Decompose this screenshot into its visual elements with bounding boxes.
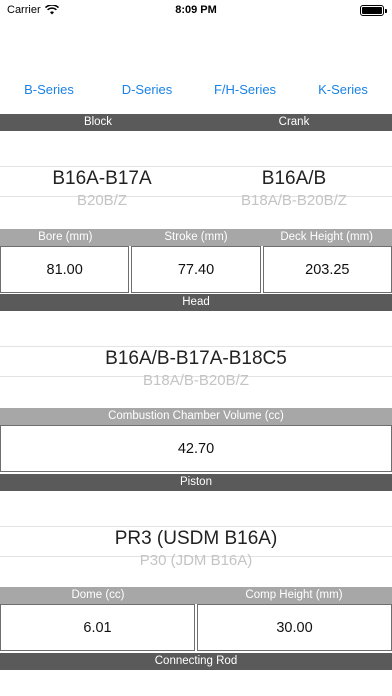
status-bar: Carrier 8:09 PM <box>0 0 392 22</box>
crank-section-label: Crank <box>278 116 310 128</box>
crank-picker-selected[interactable]: B16A/B <box>196 168 392 190</box>
tab-d-series[interactable]: D-Series <box>98 80 196 100</box>
tab-fh-series[interactable]: F/H-Series <box>196 80 294 100</box>
piston-picker-selected[interactable]: PR3 (USDM B16A) <box>0 528 392 550</box>
bore-field[interactable]: 81.00 <box>0 246 130 293</box>
clock: 8:09 PM <box>175 4 217 16</box>
head-section-header: Head <box>0 294 392 311</box>
block-crank-picker[interactable]: B16A-B17A B20B/Z B16A/B B18A/B-B20B/Z <box>0 150 392 216</box>
block-picker-column[interactable]: B16A-B17A B20B/Z <box>0 168 204 209</box>
dome-field[interactable]: 6.01 <box>0 604 195 651</box>
dome-label: Dome (cc) <box>71 589 125 601</box>
crank-picker-next[interactable]: B18A/B-B20B/Z <box>196 192 392 209</box>
block-field-labels: Bore (mm) Stroke (mm) Deck Height (mm) <box>0 229 392 246</box>
head-picker-next[interactable]: B18A/B-B20B/Z <box>0 372 392 389</box>
block-crank-header: Block Crank <box>0 114 392 131</box>
battery-icon <box>360 5 387 16</box>
comp-height-label: Comp Height (mm) <box>245 589 343 601</box>
head-picker-selected[interactable]: B16A/B-B17A-B18C5 <box>0 348 392 370</box>
piston-field-values: 6.01 30.00 <box>0 604 392 651</box>
combustion-chamber-volume-field[interactable]: 42.70 <box>0 425 392 472</box>
block-section-label: Block <box>83 116 113 128</box>
head-picker-column[interactable]: B16A/B-B17A-B18C5 B18A/B-B20B/Z <box>0 348 392 389</box>
stroke-label: Stroke (mm) <box>164 231 228 243</box>
head-field-values: 42.70 <box>0 425 392 472</box>
block-picker-next[interactable]: B20B/Z <box>0 192 204 209</box>
combustion-chamber-volume-label: Combustion Chamber Volume (cc) <box>108 410 284 422</box>
tab-k-series[interactable]: K-Series <box>294 80 392 100</box>
head-picker[interactable]: B16A/B-B17A-B18C5 B18A/B-B20B/Z <box>0 330 392 396</box>
piston-picker-next[interactable]: P30 (JDM B16A) <box>0 552 392 569</box>
block-picker-selected[interactable]: B16A-B17A <box>0 168 204 190</box>
bore-label: Bore (mm) <box>38 231 93 243</box>
crank-picker-column[interactable]: B16A/B B18A/B-B20B/Z <box>196 168 392 209</box>
head-field-labels: Combustion Chamber Volume (cc) <box>0 408 392 425</box>
piston-picker-column[interactable]: PR3 (USDM B16A) P30 (JDM B16A) <box>0 528 392 569</box>
piston-field-labels: Dome (cc) Comp Height (mm) <box>0 587 392 604</box>
piston-section-header: Piston <box>0 474 392 491</box>
connecting-rod-section-header: Connecting Rod <box>0 653 392 670</box>
piston-picker[interactable]: PR3 (USDM B16A) P30 (JDM B16A) <box>0 510 392 576</box>
tab-b-series[interactable]: B-Series <box>0 80 98 100</box>
stroke-field[interactable]: 77.40 <box>131 246 261 293</box>
block-field-values: 81.00 77.40 203.25 <box>0 246 392 293</box>
series-tabs: B-Series D-Series F/H-Series K-Series <box>0 80 392 100</box>
deck-height-field[interactable]: 203.25 <box>262 246 392 293</box>
deck-height-label: Deck Height (mm) <box>280 231 373 243</box>
comp-height-field[interactable]: 30.00 <box>197 604 392 651</box>
